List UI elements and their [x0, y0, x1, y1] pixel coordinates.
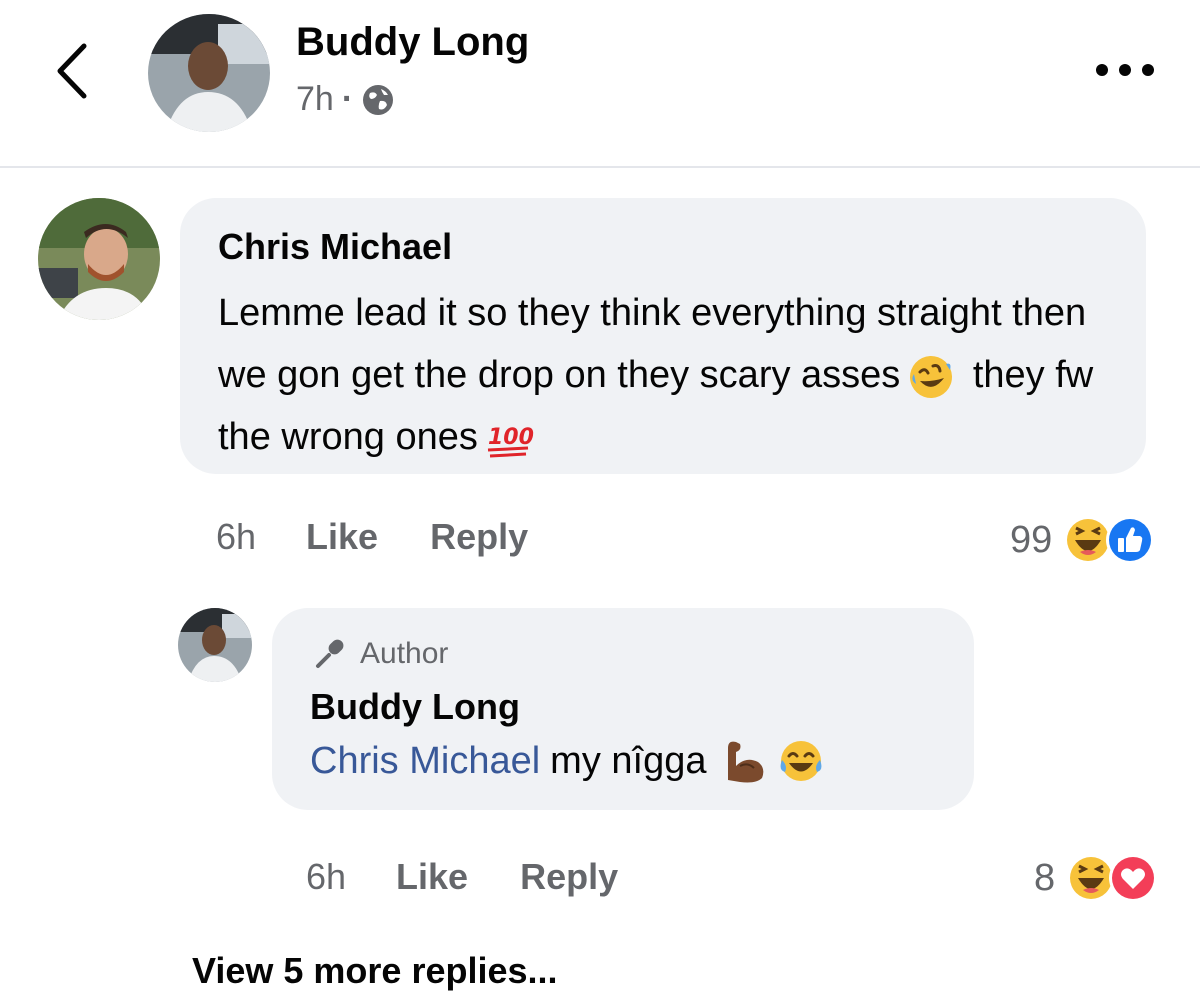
reply-button[interactable]: Reply	[430, 516, 528, 558]
reply-text: Chris Michael my nîgga	[310, 736, 832, 786]
post-meta: 7h ·	[296, 80, 395, 119]
meta-separator: ·	[341, 80, 354, 118]
author-badge: Author	[312, 636, 448, 672]
globe-icon[interactable]	[361, 83, 395, 117]
comment-text: Lemme lead it so they think everything s…	[218, 282, 1118, 468]
comment-reactions[interactable]: 99	[1010, 514, 1156, 566]
view-more-replies-link[interactable]: View 5 more replies...	[192, 950, 558, 992]
tears-of-joy-icon	[781, 741, 822, 781]
hundred-points-icon: 100	[487, 425, 534, 458]
like-reaction-icon	[1106, 516, 1155, 564]
mention-link[interactable]: Chris Michael	[310, 736, 540, 786]
poster-name[interactable]: Buddy Long	[296, 20, 529, 65]
more-options-button[interactable]	[1090, 52, 1160, 88]
commenter-name[interactable]: Chris Michael	[218, 226, 452, 268]
more-horizontal-icon	[1096, 64, 1154, 76]
reply-reply-button[interactable]: Reply	[520, 856, 618, 898]
reply-body: my nîgga	[550, 740, 707, 782]
like-button[interactable]: Like	[306, 516, 378, 558]
reply-reaction-count: 8	[1034, 856, 1056, 899]
rofl-emoji-icon	[910, 355, 953, 398]
reaction-count: 99	[1010, 518, 1053, 561]
reply-author-name[interactable]: Buddy Long	[310, 686, 520, 728]
svg-text:100: 100	[488, 425, 534, 450]
comment-actions: 6h Like Reply	[216, 516, 580, 558]
poster-avatar[interactable]	[148, 14, 270, 132]
flexed-biceps-icon	[728, 741, 764, 783]
comment-time[interactable]: 6h	[216, 516, 256, 558]
love-reaction-icon	[1109, 854, 1158, 902]
author-badge-label: Author	[360, 637, 449, 670]
chevron-left-icon	[57, 43, 87, 99]
post-header: Buddy Long 7h ·	[0, 0, 1200, 168]
reply-time[interactable]: 6h	[306, 856, 346, 898]
reply-reactions[interactable]: 8	[1034, 852, 1159, 904]
reply-bubble: Author Buddy Long Chris Michael my nîgga	[272, 608, 974, 810]
post-time: 7h	[296, 80, 334, 118]
commenter-avatar[interactable]	[38, 198, 160, 320]
reply-like-button[interactable]: Like	[396, 856, 468, 898]
reply-author-avatar[interactable]	[178, 608, 252, 682]
back-button[interactable]	[48, 36, 104, 106]
microphone-icon	[316, 639, 344, 668]
reply-actions: 6h Like Reply	[306, 856, 670, 898]
comment-bubble: Chris Michael Lemme lead it so they thin…	[180, 198, 1146, 474]
